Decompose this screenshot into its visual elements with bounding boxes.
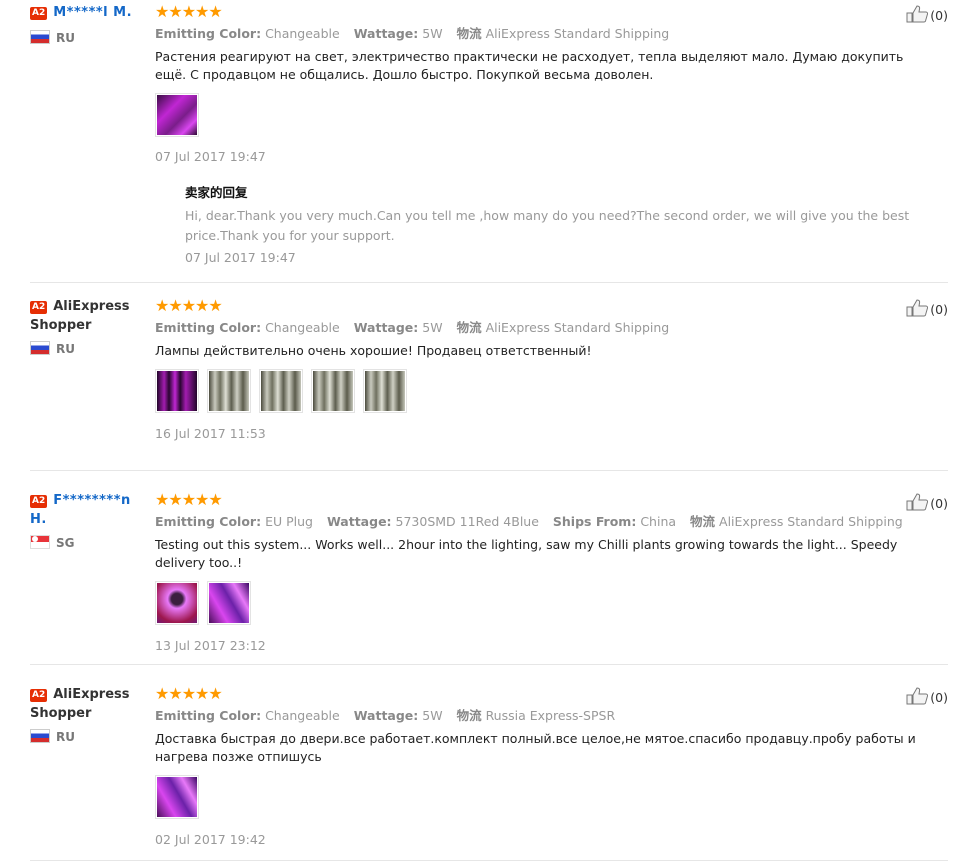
review-photo-thumb[interactable] — [155, 93, 199, 137]
star-rating: ★★★★★ — [155, 296, 223, 315]
country-code: SG — [56, 536, 75, 550]
seller-reply: 卖家的回复 Hi, dear.Thank you very much.Can y… — [185, 185, 948, 266]
attr-value: 5W — [422, 320, 443, 335]
buyer-level-badge: A2 — [30, 689, 48, 702]
attr-label: Wattage: — [353, 708, 419, 723]
attr-label: Wattage: — [353, 320, 419, 335]
purchase-attributes: Emitting Color: EU Plug Wattage: 5730SMD… — [155, 514, 948, 530]
review-content: ★★★★★ Emitting Color: EU Plug Wattage: 5… — [155, 488, 948, 672]
thumbs-up-icon — [906, 5, 929, 23]
review-photo-thumb[interactable] — [363, 369, 408, 413]
purchase-attributes: Emitting Color: Changeable Wattage: 5W 物… — [155, 320, 948, 336]
reviewer-info: A2 AliExpress Shopper RU — [30, 685, 145, 744]
reviewer-country: RU — [30, 30, 145, 45]
review-date: 02 Jul 2017 19:42 — [155, 832, 266, 847]
review-photos — [155, 93, 948, 137]
purchase-attributes: Emitting Color: Changeable Wattage: 5W 物… — [155, 708, 948, 724]
review-photo-thumb[interactable] — [155, 369, 199, 413]
flag-sg-icon — [30, 535, 50, 549]
attr-value: AliExpress Standard Shipping — [485, 26, 670, 41]
attr-value: 5W — [422, 26, 443, 41]
review-item: A2 AliExpress Shopper RU ★★★★★ Emitting C… — [30, 294, 948, 471]
flag-ru-icon — [30, 729, 50, 743]
review-photos — [155, 775, 948, 819]
review-photo-thumb[interactable] — [311, 369, 356, 413]
seller-reply-text: Hi, dear.Thank you very much.Can you tel… — [185, 208, 910, 243]
attr-label: Emitting Color: — [155, 26, 262, 41]
attr-value: China — [640, 514, 677, 529]
attr-value: AliExpress Standard Shipping — [485, 320, 670, 335]
star-rating: ★★★★★ — [155, 684, 223, 703]
review-date: 16 Jul 2017 11:53 — [155, 426, 266, 441]
thumbs-up-icon — [906, 687, 929, 705]
review-date: 07 Jul 2017 19:47 — [155, 149, 266, 164]
attr-label: 物流 — [456, 320, 482, 335]
star-rating: ★★★★★ — [155, 490, 223, 509]
review-text: Растения реагируют на свет, электричеств… — [155, 49, 904, 82]
country-code: RU — [56, 730, 75, 744]
helpful-button[interactable]: (0) — [906, 687, 948, 705]
attr-label: Ships From: — [552, 514, 637, 529]
attr-label: 物流 — [456, 26, 482, 41]
review-item: A2 M*****l M. RU ★★★★★ Emitting Color: Ch… — [30, 0, 948, 283]
country-code: RU — [56, 342, 75, 356]
helpful-count: (0) — [930, 496, 948, 511]
attr-value: Russia Express-SPSR — [485, 708, 616, 723]
review-text: Доставка быстрая до двери.все работает.к… — [155, 731, 916, 764]
buyer-level-badge: A2 — [30, 7, 48, 20]
helpful-count: (0) — [930, 8, 948, 23]
helpful-count: (0) — [930, 302, 948, 317]
reviewer-info: A2 AliExpress Shopper RU — [30, 297, 145, 356]
attr-value: 5730SMD 11Red 4Blue — [395, 514, 539, 529]
review-text: Лампы действительно очень хорошие! Прода… — [155, 343, 592, 358]
buyer-level-badge: A2 — [30, 495, 48, 508]
attr-label: Emitting Color: — [155, 514, 262, 529]
review-photo-thumb[interactable] — [259, 369, 304, 413]
review-photo-thumb[interactable] — [155, 581, 199, 625]
country-code: RU — [56, 31, 75, 45]
attr-value: Changeable — [265, 26, 340, 41]
attr-label: Wattage: — [326, 514, 392, 529]
reviewer-info: A2 M*****l M. RU — [30, 3, 145, 45]
buyer-level-badge: A2 — [30, 301, 48, 314]
thumbs-up-icon — [906, 493, 929, 511]
review-item: A2 F********n H. SG ★★★★★ Emitting Color:… — [30, 471, 948, 665]
attr-value: 5W — [422, 708, 443, 723]
reviewer-country: RU — [30, 729, 145, 744]
review-photo-thumb[interactable] — [207, 369, 252, 413]
helpful-count: (0) — [930, 690, 948, 705]
review-photos — [155, 369, 948, 413]
purchase-attributes: Emitting Color: Changeable Wattage: 5W 物… — [155, 26, 948, 42]
reviewer-info: A2 F********n H. SG — [30, 491, 145, 550]
review-date: 13 Jul 2017 23:12 — [155, 638, 266, 653]
seller-reply-title: 卖家的回复 — [185, 185, 248, 200]
review-content: ★★★★★ Emitting Color: Changeable Wattage… — [155, 682, 948, 866]
helpful-button[interactable]: (0) — [906, 299, 948, 317]
seller-reply-date: 07 Jul 2017 19:47 — [185, 250, 296, 265]
attr-value: Changeable — [265, 320, 340, 335]
attr-value: AliExpress Standard Shipping — [719, 514, 903, 529]
review-text: Testing out this system... Works well...… — [155, 537, 898, 570]
attr-label: Emitting Color: — [155, 320, 262, 335]
attr-label: Emitting Color: — [155, 708, 262, 723]
attr-label: 物流 — [690, 514, 716, 529]
helpful-button[interactable]: (0) — [906, 493, 948, 511]
reviewer-country: SG — [30, 535, 145, 550]
review-content: ★★★★★ Emitting Color: Changeable Wattage… — [155, 294, 948, 460]
attr-value: Changeable — [265, 708, 340, 723]
thumbs-up-icon — [906, 299, 929, 317]
flag-ru-icon — [30, 341, 50, 355]
review-photo-thumb[interactable] — [207, 581, 252, 625]
reviewer-name-link[interactable]: M*****l M. — [53, 5, 132, 20]
helpful-button[interactable]: (0) — [906, 5, 948, 23]
attr-value: EU Plug — [265, 514, 313, 529]
flag-ru-icon — [30, 30, 50, 44]
review-photos — [155, 581, 948, 625]
star-rating: ★★★★★ — [155, 2, 223, 21]
attr-label: Wattage: — [353, 26, 419, 41]
review-content: ★★★★★ Emitting Color: Changeable Wattage… — [155, 0, 948, 284]
attr-label: 物流 — [456, 708, 482, 723]
reviewer-country: RU — [30, 341, 145, 356]
review-photo-thumb[interactable] — [155, 775, 199, 819]
